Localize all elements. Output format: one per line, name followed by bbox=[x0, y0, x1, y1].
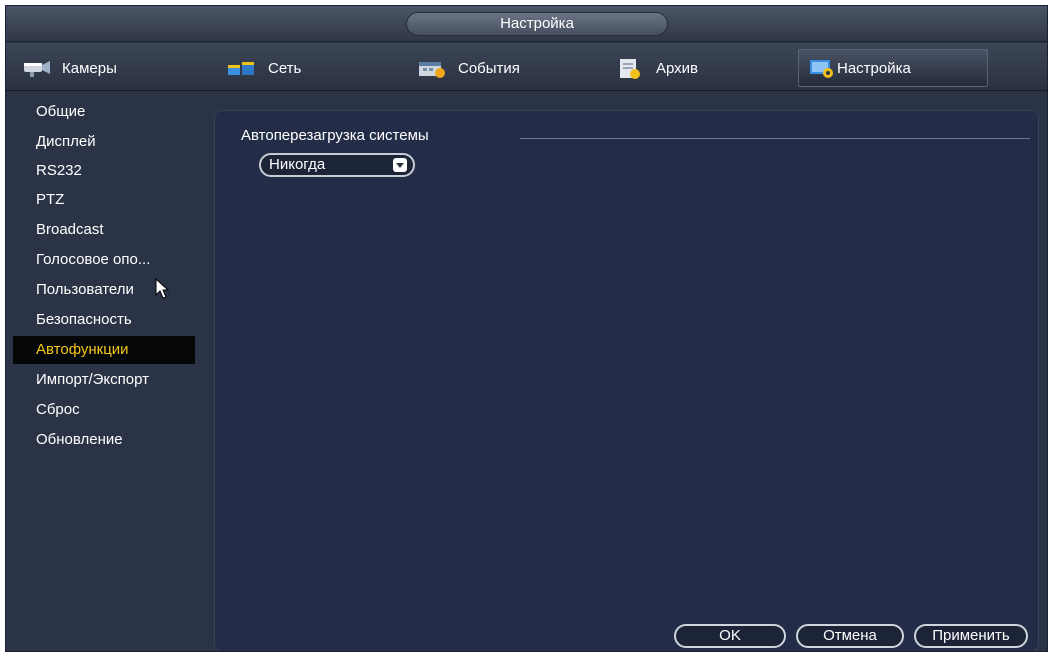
sidebar-item-rs232[interactable]: RS232 bbox=[13, 157, 195, 185]
sidebar-item-import-export[interactable]: Импорт/Экспорт bbox=[13, 366, 195, 394]
settings-window: Настройка Камеры Сеть События Архив Наст… bbox=[5, 5, 1048, 652]
auto-functions-panel: Автоперезагрузка системы Никогда OK Отме… bbox=[214, 110, 1039, 651]
tab-events-label: События bbox=[458, 59, 520, 77]
mouse-cursor-icon bbox=[155, 277, 171, 300]
main-tab-bar: Камеры Сеть События Архив Настройка bbox=[6, 43, 1047, 91]
tab-network-label: Сеть bbox=[268, 59, 302, 77]
events-icon bbox=[416, 57, 448, 79]
sidebar-item-broadcast[interactable]: Broadcast bbox=[13, 216, 195, 244]
tab-archive-label: Архив bbox=[656, 59, 699, 77]
section-divider bbox=[520, 138, 1030, 139]
tab-archive[interactable]: Архив bbox=[604, 49, 794, 87]
auto-reboot-select[interactable]: Никогда bbox=[259, 153, 415, 177]
title-bar: Настройка bbox=[6, 6, 1047, 42]
sidebar-item-ptz[interactable]: PTZ bbox=[13, 186, 195, 214]
archive-icon bbox=[614, 57, 646, 79]
sidebar-item-autofunctions[interactable]: Автофункции bbox=[13, 336, 195, 364]
auto-reboot-select-value: Никогда bbox=[269, 156, 326, 173]
sidebar-item-voice[interactable]: Голосовое опо... bbox=[13, 246, 195, 274]
tab-settings-label: Настройка bbox=[837, 59, 911, 77]
cancel-button[interactable]: Отмена bbox=[796, 624, 904, 648]
network-icon bbox=[226, 57, 258, 79]
sidebar-item-security[interactable]: Безопасность bbox=[13, 306, 195, 334]
sidebar-item-reset[interactable]: Сброс bbox=[13, 396, 195, 424]
tab-cameras-label: Камеры bbox=[62, 59, 117, 77]
apply-button[interactable]: Применить bbox=[914, 624, 1028, 648]
tab-network[interactable]: Сеть bbox=[216, 49, 406, 87]
camera-icon bbox=[20, 57, 52, 79]
sidebar: Общие Дисплей RS232 PTZ Broadcast Голосо… bbox=[6, 92, 206, 651]
auto-reboot-label: Автоперезагрузка системы bbox=[241, 127, 429, 144]
sidebar-item-display[interactable]: Дисплей bbox=[13, 128, 195, 156]
settings-icon bbox=[809, 57, 835, 79]
window-title: Настройка bbox=[406, 12, 668, 36]
tab-events[interactable]: События bbox=[406, 49, 596, 87]
tab-cameras[interactable]: Камеры bbox=[10, 49, 200, 87]
tab-settings[interactable]: Настройка bbox=[798, 49, 988, 87]
ok-button[interactable]: OK bbox=[674, 624, 786, 648]
chevron-down-icon[interactable] bbox=[393, 158, 407, 172]
sidebar-item-update[interactable]: Обновление bbox=[13, 426, 195, 454]
sidebar-item-general[interactable]: Общие bbox=[13, 98, 195, 126]
